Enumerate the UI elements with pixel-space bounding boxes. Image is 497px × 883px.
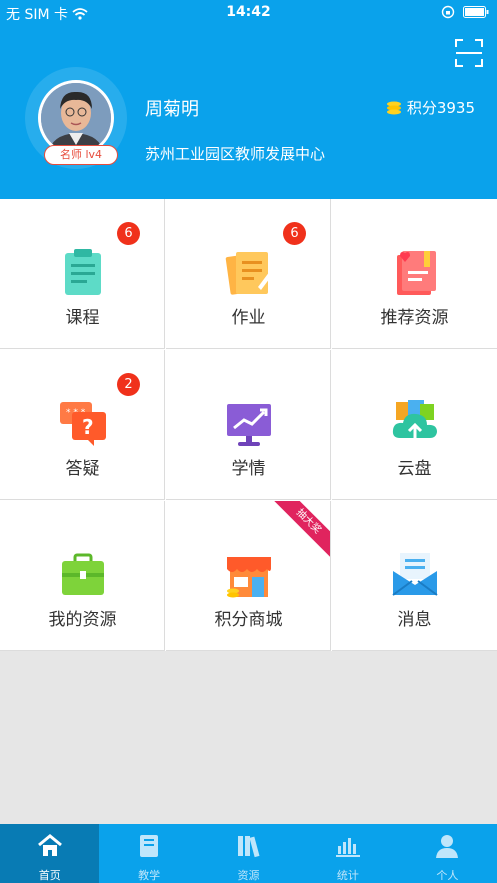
lottery-ribbon[interactable]: 抽大奖 — [266, 501, 330, 564]
tab-label: 资源 — [237, 869, 260, 882]
home-icon — [37, 834, 62, 856]
grid-item-stats[interactable]: 学情 — [166, 350, 331, 500]
grid-label: 学情 — [231, 459, 266, 479]
grid-label: 答疑 — [65, 459, 100, 479]
tab-resources[interactable]: 资源 — [199, 824, 298, 883]
grid-label: 积分商城 — [214, 610, 283, 630]
user-name: 周菊明 — [145, 99, 199, 120]
tab-label: 教学 — [138, 869, 161, 882]
course-badge: 6 — [117, 222, 140, 245]
monitor-chart-icon — [227, 404, 271, 446]
bookmark-book-icon — [397, 251, 436, 295]
tab-personal[interactable]: 个人 — [398, 824, 497, 883]
bar-chart-icon — [335, 838, 360, 857]
qa-badge: 2 — [117, 373, 140, 396]
grid-label: 消息 — [397, 610, 432, 630]
tab-statistics[interactable]: 统计 — [298, 824, 397, 883]
clock: 14:42 — [226, 4, 271, 20]
grid-label: 云盘 — [397, 459, 432, 479]
avatar[interactable] — [41, 83, 111, 153]
library-icon — [237, 836, 260, 858]
coins-icon — [386, 101, 401, 114]
briefcase-icon — [62, 553, 104, 595]
grid-item-points-mall[interactable]: 抽大奖 积分商城 — [166, 501, 331, 651]
homework-icon — [225, 252, 273, 295]
tab-teaching[interactable]: 教学 — [99, 824, 198, 883]
grid-item-messages[interactable]: 消息 — [332, 501, 497, 651]
question-bubble-icon: * * *? — [60, 402, 106, 446]
scan-icon[interactable] — [455, 39, 483, 67]
feature-grid: 6 课程 6 作业 推荐资源 * * *? 2 答疑 学情 云盘 我的资源 抽大… — [0, 199, 497, 651]
clipboard-icon — [65, 249, 101, 295]
status-bar: 无 SIM 卡 14:42 — [0, 0, 497, 26]
points-display[interactable]: 积分3935 — [386, 97, 475, 118]
grid-item-cloud[interactable]: 云盘 — [332, 350, 497, 500]
shop-icon — [227, 557, 271, 598]
person-icon — [436, 835, 459, 858]
tab-label: 个人 — [436, 869, 459, 882]
grid-label: 我的资源 — [48, 610, 117, 630]
homework-badge: 6 — [283, 222, 306, 245]
grid-label: 推荐资源 — [380, 308, 449, 328]
points-label: 积分3935 — [406, 99, 475, 117]
cloud-upload-icon — [392, 400, 437, 442]
level-badge: 名师 lv4 — [44, 145, 118, 165]
organization: 苏州工业园区教师发展中心 — [145, 145, 326, 163]
battery-icon — [463, 6, 489, 18]
envelope-icon — [392, 553, 438, 596]
grid-item-my-resources[interactable]: 我的资源 — [0, 501, 165, 651]
grid-item-qa[interactable]: * * *? 2 答疑 — [0, 350, 165, 500]
grid-item-homework[interactable]: 6 作业 — [166, 199, 331, 349]
book-icon — [140, 835, 159, 857]
tab-bar: 首页 教学 资源 统计 个人 — [0, 824, 497, 883]
tab-label: 统计 — [336, 869, 359, 882]
tab-label: 首页 — [38, 869, 61, 882]
grid-label: 作业 — [231, 308, 266, 328]
grid-item-course[interactable]: 6 课程 — [0, 199, 165, 349]
grid-item-recommended[interactable]: 推荐资源 — [332, 199, 497, 349]
tab-home[interactable]: 首页 — [0, 824, 100, 883]
svg-text:?: ? — [82, 415, 94, 439]
rotation-lock-icon — [441, 5, 455, 19]
grid-label: 课程 — [65, 308, 100, 328]
